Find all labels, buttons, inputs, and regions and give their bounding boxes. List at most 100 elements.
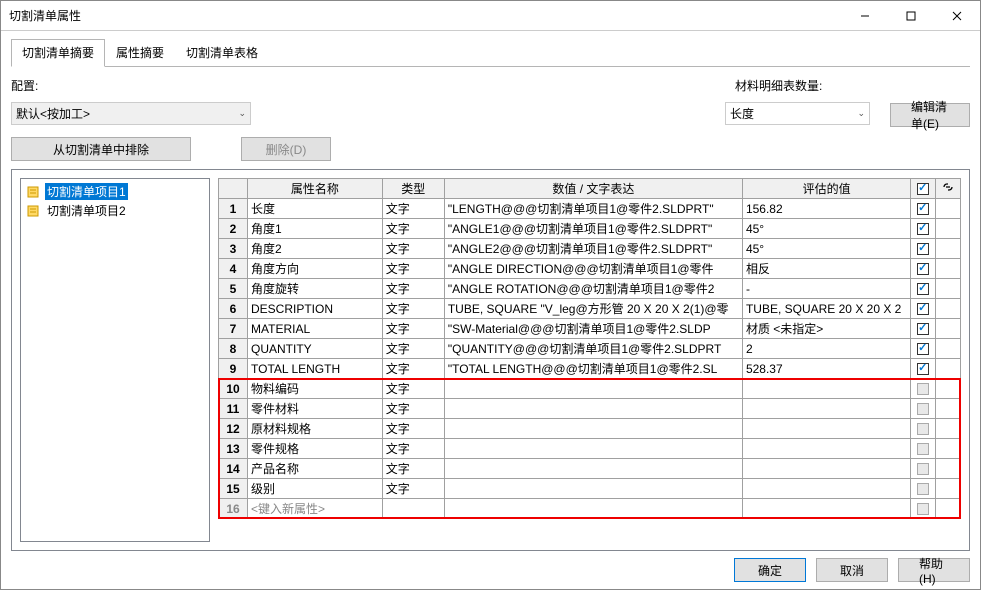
tab-table[interactable]: 切割清单表格: [175, 39, 269, 67]
cell-link[interactable]: [936, 299, 961, 319]
delete-button[interactable]: 删除(D): [241, 137, 331, 161]
cell-name[interactable]: 级别: [248, 479, 383, 499]
tab-summary[interactable]: 切割清单摘要: [11, 39, 105, 67]
table-row[interactable]: 16 <键入新属性>: [219, 499, 961, 519]
cell-link[interactable]: [936, 499, 961, 519]
cell-name[interactable]: TOTAL LENGTH: [248, 359, 383, 379]
cell-name[interactable]: 角度方向: [248, 259, 383, 279]
cell-name[interactable]: <键入新属性>: [248, 499, 383, 519]
cell-type[interactable]: 文字: [382, 419, 444, 439]
cell-link[interactable]: [936, 199, 961, 219]
bom-qty-select[interactable]: 长度 ⌄: [725, 102, 870, 125]
cell-link[interactable]: [936, 359, 961, 379]
table-row[interactable]: 6 DESCRIPTION 文字 TUBE, SQUARE "V_leg@方形管…: [219, 299, 961, 319]
cell-eval[interactable]: [742, 379, 910, 399]
row-number[interactable]: 16: [219, 499, 248, 519]
cell-link[interactable]: [936, 219, 961, 239]
cell-name[interactable]: DESCRIPTION: [248, 299, 383, 319]
cell-eval[interactable]: -: [742, 279, 910, 299]
table-row[interactable]: 1 长度 文字 "LENGTH@@@切割清单项目1@零件2.SLDPRT" 15…: [219, 199, 961, 219]
table-row[interactable]: 3 角度2 文字 "ANGLE2@@@切割清单项目1@零件2.SLDPRT" 4…: [219, 239, 961, 259]
cell-check[interactable]: [911, 499, 936, 519]
cell-eval[interactable]: [742, 479, 910, 499]
table-row[interactable]: 13 零件规格 文字: [219, 439, 961, 459]
table-row[interactable]: 10 物料编码 文字: [219, 379, 961, 399]
cell-eval[interactable]: 材质 <未指定>: [742, 319, 910, 339]
edit-list-button[interactable]: 编辑清单(E): [890, 103, 970, 127]
cell-check[interactable]: [911, 279, 936, 299]
header-expr[interactable]: 数值 / 文字表达: [444, 179, 742, 199]
cell-type[interactable]: 文字: [382, 219, 444, 239]
cell-check[interactable]: [911, 439, 936, 459]
cell-eval[interactable]: 528.37: [742, 359, 910, 379]
cell-expr[interactable]: "ANGLE1@@@切割清单项目1@零件2.SLDPRT": [444, 219, 742, 239]
cell-eval[interactable]: [742, 419, 910, 439]
header-link[interactable]: [936, 179, 961, 199]
cell-expr[interactable]: "ANGLE2@@@切割清单项目1@零件2.SLDPRT": [444, 239, 742, 259]
cell-expr[interactable]: "ANGLE DIRECTION@@@切割清单项目1@零件: [444, 259, 742, 279]
row-number[interactable]: 14: [219, 459, 248, 479]
header-name[interactable]: 属性名称: [248, 179, 383, 199]
cell-eval[interactable]: 156.82: [742, 199, 910, 219]
row-number[interactable]: 2: [219, 219, 248, 239]
cell-check[interactable]: [911, 419, 936, 439]
cell-link[interactable]: [936, 339, 961, 359]
row-number[interactable]: 10: [219, 379, 248, 399]
cell-type[interactable]: 文字: [382, 279, 444, 299]
cell-check[interactable]: [911, 399, 936, 419]
cell-check[interactable]: [911, 339, 936, 359]
cell-link[interactable]: [936, 319, 961, 339]
cell-type[interactable]: 文字: [382, 399, 444, 419]
cell-expr[interactable]: [444, 379, 742, 399]
table-row[interactable]: 4 角度方向 文字 "ANGLE DIRECTION@@@切割清单项目1@零件 …: [219, 259, 961, 279]
cell-type[interactable]: 文字: [382, 439, 444, 459]
cell-type[interactable]: 文字: [382, 339, 444, 359]
cell-expr[interactable]: "ANGLE ROTATION@@@切割清单项目1@零件2: [444, 279, 742, 299]
cell-check[interactable]: [911, 359, 936, 379]
cell-eval[interactable]: [742, 499, 910, 519]
table-row[interactable]: 8 QUANTITY 文字 "QUANTITY@@@切割清单项目1@零件2.SL…: [219, 339, 961, 359]
cancel-button[interactable]: 取消: [816, 558, 888, 582]
cell-type[interactable]: 文字: [382, 199, 444, 219]
cell-type[interactable]: 文字: [382, 359, 444, 379]
cell-eval[interactable]: 2: [742, 339, 910, 359]
header-check[interactable]: [911, 179, 936, 199]
row-number[interactable]: 1: [219, 199, 248, 219]
close-button[interactable]: [934, 1, 980, 31]
cell-type[interactable]: 文字: [382, 239, 444, 259]
row-number[interactable]: 8: [219, 339, 248, 359]
cell-link[interactable]: [936, 479, 961, 499]
cell-check[interactable]: [911, 239, 936, 259]
row-number[interactable]: 6: [219, 299, 248, 319]
row-number[interactable]: 13: [219, 439, 248, 459]
cell-name[interactable]: 原材料规格: [248, 419, 383, 439]
cell-eval[interactable]: [742, 399, 910, 419]
cell-check[interactable]: [911, 319, 936, 339]
cell-link[interactable]: [936, 399, 961, 419]
row-number[interactable]: 3: [219, 239, 248, 259]
table-row[interactable]: 15 级别 文字: [219, 479, 961, 499]
cell-name[interactable]: 产品名称: [248, 459, 383, 479]
cell-type[interactable]: 文字: [382, 459, 444, 479]
cell-name[interactable]: 长度: [248, 199, 383, 219]
tree-item[interactable]: 切割清单项目1: [24, 182, 206, 201]
table-row[interactable]: 7 MATERIAL 文字 "SW-Material@@@切割清单项目1@零件2…: [219, 319, 961, 339]
cell-expr[interactable]: "SW-Material@@@切割清单项目1@零件2.SLDP: [444, 319, 742, 339]
row-number[interactable]: 9: [219, 359, 248, 379]
cell-expr[interactable]: "TOTAL LENGTH@@@切割清单项目1@零件2.SL: [444, 359, 742, 379]
minimize-button[interactable]: [842, 1, 888, 31]
cell-link[interactable]: [936, 439, 961, 459]
header-type[interactable]: 类型: [382, 179, 444, 199]
cell-name[interactable]: 零件规格: [248, 439, 383, 459]
cell-type[interactable]: 文字: [382, 479, 444, 499]
cell-link[interactable]: [936, 459, 961, 479]
cell-type[interactable]: 文字: [382, 319, 444, 339]
cell-type[interactable]: 文字: [382, 379, 444, 399]
config-select[interactable]: 默认<按加工> ⌄: [11, 102, 251, 125]
cell-link[interactable]: [936, 259, 961, 279]
cell-name[interactable]: 角度1: [248, 219, 383, 239]
cell-expr[interactable]: [444, 479, 742, 499]
row-number[interactable]: 7: [219, 319, 248, 339]
help-button[interactable]: 帮助(H): [898, 558, 970, 582]
cell-type[interactable]: [382, 499, 444, 519]
